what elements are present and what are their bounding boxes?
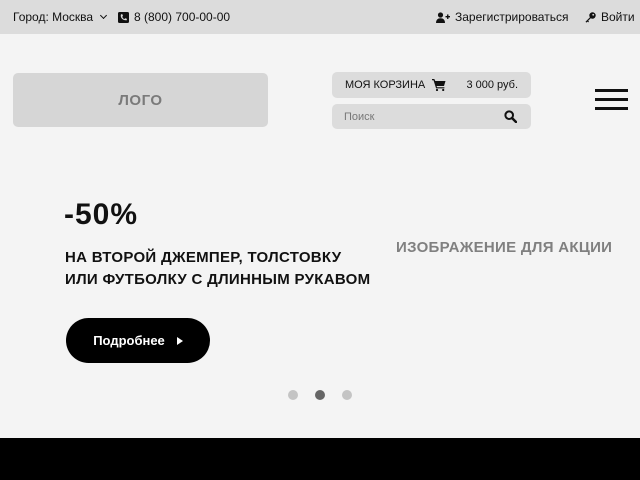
promo-description: НА ВТОРОЙ ДЖЕМПЕР, ТОЛСТОВКУ ИЛИ ФУТБОЛК… xyxy=(65,247,370,291)
logo-text: ЛОГО xyxy=(118,91,163,109)
more-button-label: Подробнее xyxy=(93,333,165,348)
top-bar: Город: Москва 8 (800) 700-00-00 Зарегист… xyxy=(0,0,640,34)
city-label: Город: Москва xyxy=(13,10,94,24)
footer-bar xyxy=(0,438,640,480)
promo-image-placeholder: ИЗОБРАЖЕНИЕ ДЛЯ АКЦИИ xyxy=(396,239,613,256)
login-label: Войти xyxy=(601,10,635,24)
search-box xyxy=(332,104,531,129)
promo-line-1: НА ВТОРОЙ ДЖЕМПЕР, ТОЛСТОВКУ xyxy=(65,249,342,266)
search-icon[interactable] xyxy=(504,110,517,123)
search-input[interactable] xyxy=(332,104,492,129)
city-selector[interactable]: Город: Москва xyxy=(13,0,108,34)
menu-line xyxy=(595,98,628,101)
user-plus-icon xyxy=(436,11,450,23)
promo-discount: -50% xyxy=(64,198,139,231)
slider-dots xyxy=(288,390,354,400)
phone-icon xyxy=(118,11,129,23)
phone-link[interactable]: 8 (800) 700-00-00 xyxy=(118,0,230,34)
cart-label: МОЯ КОРЗИНА xyxy=(345,79,426,91)
slider-dot-2[interactable] xyxy=(315,390,325,400)
register-link[interactable]: Зарегистрироваться xyxy=(436,0,568,34)
chevron-down-icon xyxy=(100,11,108,20)
promo-line-2: ИЛИ ФУТБОЛКУ С ДЛИННЫМ РУКАВОМ xyxy=(65,271,371,288)
slider-dot-1[interactable] xyxy=(288,390,298,400)
cart-icon xyxy=(432,79,446,91)
login-link[interactable]: Войти xyxy=(585,0,635,34)
register-label: Зарегистрироваться xyxy=(455,10,569,24)
menu-line xyxy=(595,89,628,92)
logo-placeholder[interactable]: ЛОГО xyxy=(13,73,268,127)
phone-number: 8 (800) 700-00-00 xyxy=(134,10,231,24)
more-button[interactable]: Подробнее xyxy=(66,318,210,363)
menu-line xyxy=(595,107,628,110)
play-arrow-icon xyxy=(176,336,183,345)
cart-button[interactable]: МОЯ КОРЗИНА 3 000 руб. xyxy=(332,72,531,98)
slider-dot-3[interactable] xyxy=(342,390,352,400)
cart-total: 3 000 руб. xyxy=(466,79,518,91)
hamburger-icon[interactable] xyxy=(595,89,628,111)
key-icon xyxy=(585,11,596,23)
